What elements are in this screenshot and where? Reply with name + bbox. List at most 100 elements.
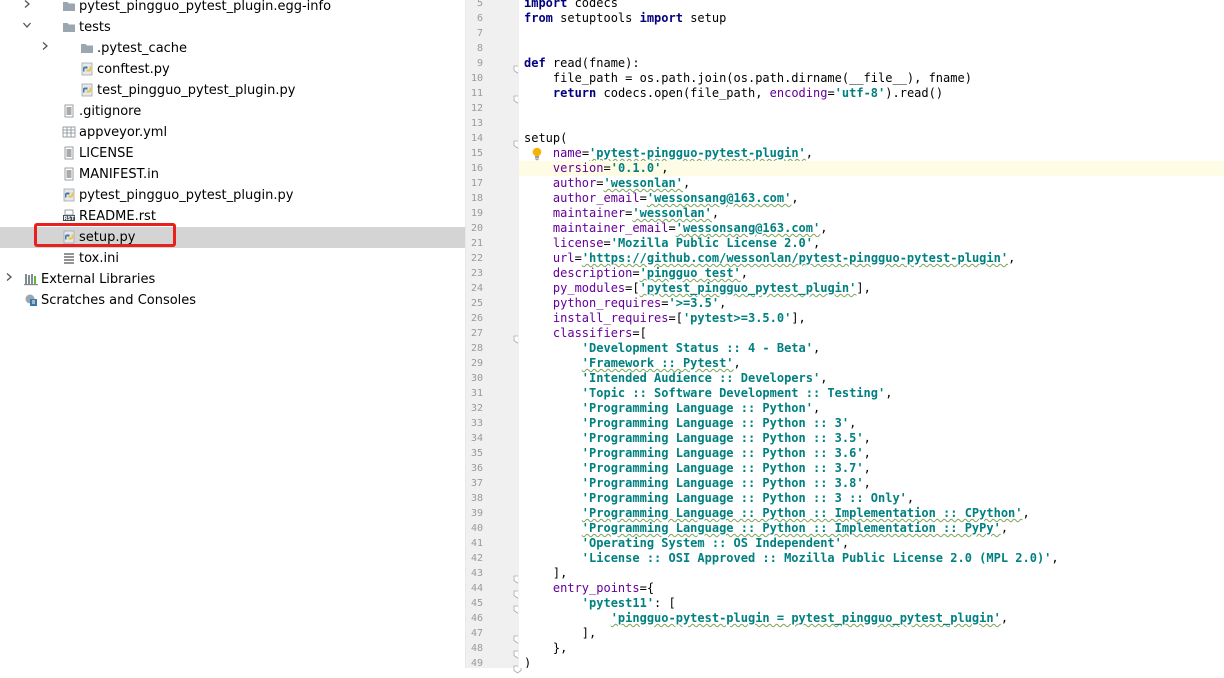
code-line[interactable]: 'Programming Language :: Python', (519, 401, 1224, 416)
code-line[interactable]: 'Topic :: Software Development :: Testin… (519, 386, 1224, 401)
line-number: 30 (470, 373, 483, 384)
tree-item-label: pytest_pingguo_pytest_plugin.py (79, 188, 294, 203)
code-line[interactable] (519, 26, 1224, 41)
code-line[interactable]: 'Programming Language :: Python :: 3.5', (519, 431, 1224, 446)
code-line[interactable]: ) (519, 656, 1224, 668)
code-line-text: 'Programming Language :: Python :: Imple… (581, 506, 1030, 520)
code-line-text: classifiers=[ (552, 326, 647, 340)
code-line[interactable]: 'Programming Language :: Python :: Imple… (519, 506, 1224, 521)
line-number: 5 (476, 0, 483, 9)
tree-item-label: External Libraries (41, 272, 156, 287)
line-number: 46 (470, 613, 483, 624)
code-line-text: 'Programming Language :: Python :: 3 :: … (581, 491, 915, 505)
code-line[interactable]: maintainer='wessonlan', (519, 206, 1224, 221)
code-line[interactable]: version='0.1.0', (519, 161, 1224, 176)
code-line-text: 'Programming Language :: Python :: 3.5', (581, 431, 871, 445)
line-number: 23 (470, 268, 483, 279)
code-line[interactable]: author_email='wessonsang@163.com', (519, 191, 1224, 206)
code-line[interactable]: def read(fname): (519, 56, 1224, 71)
tree-item-label: conftest.py (97, 62, 170, 77)
tree-item-label: .pytest_cache (97, 41, 188, 56)
line-number: 21 (470, 238, 483, 249)
code-line[interactable]: 'Framework :: Pytest', (519, 356, 1224, 371)
code-line[interactable]: author='wessonlan', (519, 176, 1224, 191)
code-line[interactable]: classifiers=[ (519, 326, 1224, 341)
line-number: 18 (470, 193, 483, 204)
code-line[interactable]: return codecs.open(file_path, encoding='… (519, 86, 1224, 101)
code-line[interactable]: name='pytest-pingguo-pytest-plugin', (519, 146, 1224, 161)
code-line[interactable]: 'pingguo-pytest-plugin = pytest_pingguo_… (519, 611, 1224, 626)
code-line[interactable]: 'Development Status :: 4 - Beta', (519, 341, 1224, 356)
code-line[interactable]: 'pytest11': [ (519, 596, 1224, 611)
tree-item-tox-ini[interactable]: tox.ini (0, 248, 465, 269)
code-editor[interactable]: import codecs from setuptools import setu… (519, 0, 1224, 668)
code-line[interactable] (519, 41, 1224, 56)
intention-bulb-icon[interactable] (531, 146, 543, 161)
code-line[interactable]: 'Programming Language :: Python :: 3', (519, 416, 1224, 431)
chevron-right-icon[interactable] (4, 272, 16, 286)
tree-item-conftest-py[interactable]: conftest.py (0, 59, 465, 80)
code-line[interactable]: py_modules=['pytest_pingguo_pytest_plugi… (519, 281, 1224, 296)
code-line[interactable]: import codecs (519, 0, 1224, 11)
tree-item-pytest-pingguo-pytest-plugin-egg-info[interactable]: pytest_pingguo_pytest_plugin.egg-info (0, 0, 465, 17)
line-number: 34 (470, 433, 483, 444)
code-line[interactable] (519, 101, 1224, 116)
code-line[interactable]: 'Programming Language :: Python :: Imple… (519, 521, 1224, 536)
code-line[interactable]: description='pingguo test', (519, 266, 1224, 281)
code-line[interactable]: 'Intended Audience :: Developers', (519, 371, 1224, 386)
code-line[interactable]: 'Programming Language :: Python :: 3.6', (519, 446, 1224, 461)
code-line-text: ], (524, 626, 597, 640)
code-line[interactable]: from setuptools import setup (519, 11, 1224, 26)
tree-item-license[interactable]: LICENSE (0, 143, 465, 164)
chevron-right-icon[interactable] (40, 41, 52, 55)
code-line[interactable]: python_requires='>=3.5', (519, 296, 1224, 311)
tree-item-gitignore[interactable]: .gitignore (0, 101, 465, 122)
code-line-text: 'Framework :: Pytest', (581, 356, 741, 370)
code-line[interactable]: ], (519, 566, 1224, 581)
code-line-text: 'License :: OSI Approved :: Mozilla Publ… (581, 551, 1059, 565)
code-line[interactable]: file_path = os.path.join(os.path.dirname… (519, 71, 1224, 86)
line-number: 36 (470, 463, 483, 474)
tree-item-label: .gitignore (79, 104, 142, 119)
code-line-text: maintainer='wessonlan', (552, 206, 720, 220)
chevron-right-icon[interactable] (22, 0, 34, 13)
tree-item-manifest-in[interactable]: MANIFEST.in (0, 164, 465, 185)
tree-item-tests[interactable]: tests (0, 17, 465, 38)
tree-item-label: tox.ini (79, 251, 119, 266)
code-line-text: entry_points={ (552, 581, 655, 595)
line-number: 37 (470, 478, 483, 489)
folder-icon (80, 41, 94, 55)
code-line-text: license='Mozilla Public License 2.0', (552, 236, 821, 250)
line-number: 28 (470, 343, 483, 354)
chevron-down-icon[interactable] (22, 20, 34, 34)
code-line[interactable]: 'Operating System :: OS Independent', (519, 536, 1224, 551)
tree-item-external-libraries[interactable]: External Libraries (0, 269, 465, 290)
code-line[interactable]: 'Programming Language :: Python :: 3.7', (519, 461, 1224, 476)
code-line[interactable]: install_requires=['pytest>=3.5.0'], (519, 311, 1224, 326)
code-line[interactable]: entry_points={ (519, 581, 1224, 596)
line-number: 7 (476, 28, 483, 39)
code-line[interactable]: }, (519, 641, 1224, 656)
code-line[interactable]: url='https://github.com/wessonlan/pytest… (519, 251, 1224, 266)
code-line[interactable]: ], (519, 626, 1224, 641)
code-line[interactable] (519, 116, 1224, 131)
tree-item-label: pytest_pingguo_pytest_plugin.egg-info (79, 0, 332, 14)
annotation-highlight-box (34, 223, 176, 247)
tree-item-label: tests (79, 20, 111, 35)
code-line[interactable]: 'License :: OSI Approved :: Mozilla Publ… (519, 551, 1224, 566)
code-line[interactable]: license='Mozilla Public License 2.0', (519, 236, 1224, 251)
svg-text:RST: RST (64, 216, 75, 222)
code-line-text: 'Topic :: Software Development :: Testin… (581, 386, 893, 400)
code-line[interactable]: 'Programming Language :: Python :: 3 :: … (519, 491, 1224, 506)
code-line-text: python_requires='>=3.5', (552, 296, 727, 310)
code-line-text: version='0.1.0', (552, 161, 669, 175)
code-line[interactable]: maintainer_email='wessonsang@163.com', (519, 221, 1224, 236)
code-line[interactable]: 'Programming Language :: Python :: 3.8', (519, 476, 1224, 491)
tree-item-pytest-pingguo-pytest-plugin-py[interactable]: pytest_pingguo_pytest_plugin.py (0, 185, 465, 206)
tree-item-appveyor-yml[interactable]: appveyor.yml (0, 122, 465, 143)
code-line[interactable]: setup( (519, 131, 1224, 146)
tree-item-scratches-and-consoles[interactable]: Scratches and Consoles (0, 290, 465, 311)
tree-item-pytest-cache[interactable]: .pytest_cache (0, 38, 465, 59)
tree-item-test-pingguo-pytest-plugin-py[interactable]: test_pingguo_pytest_plugin.py (0, 80, 465, 101)
tree-item-label: appveyor.yml (79, 125, 168, 140)
